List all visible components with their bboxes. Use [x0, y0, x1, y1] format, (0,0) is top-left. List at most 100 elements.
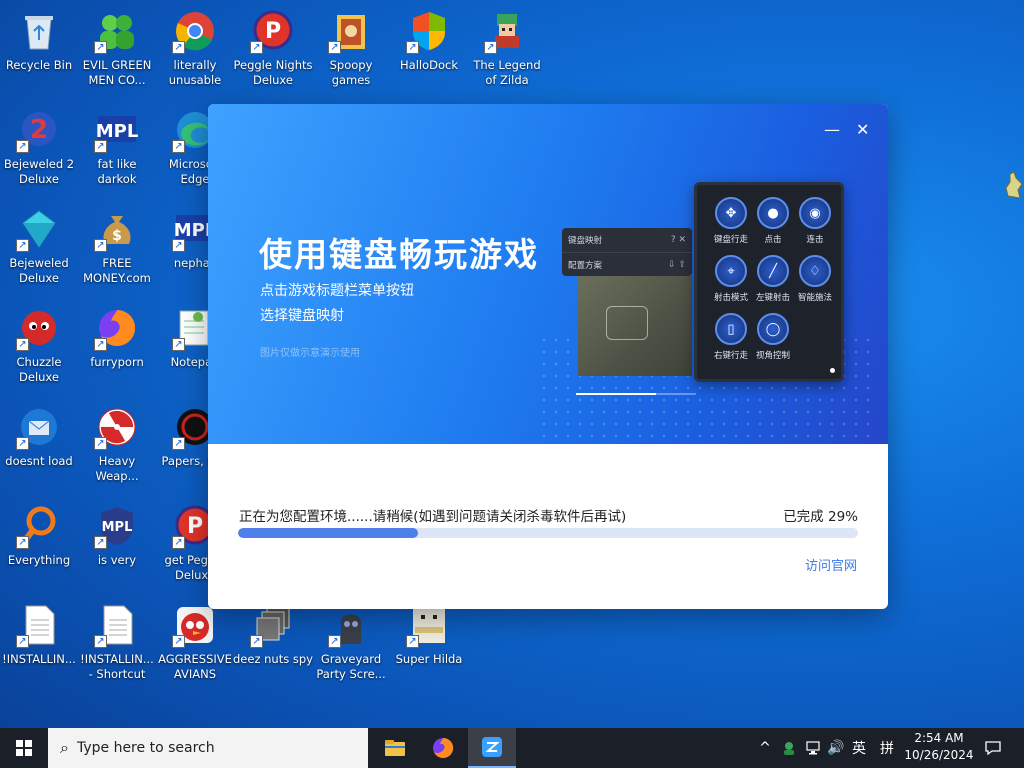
- file-explorer-icon[interactable]: [371, 728, 419, 768]
- taskbar-search[interactable]: ⌕ Type here to search: [48, 728, 368, 768]
- desktop-icon-label: Spoopy games: [329, 58, 373, 87]
- desktop-icon-label: Peggle Nights Deluxe: [233, 58, 313, 87]
- desktop-icon[interactable]: Recycle Bin: [0, 2, 78, 94]
- recycle-bin-icon: [16, 8, 62, 54]
- key-mapping-label: 射击模式: [713, 293, 748, 303]
- desktop-icon[interactable]: ↗ Everything: [0, 497, 78, 589]
- shortcut-arrow-icon: ↗: [94, 239, 107, 252]
- desktop-icon[interactable]: ↗ Chuzzle Deluxe: [0, 299, 78, 391]
- desktop-icon-label: literally unusable: [168, 58, 222, 87]
- shortcut-arrow-icon: ↗: [250, 635, 263, 648]
- tray-chevron-icon[interactable]: ^: [756, 728, 774, 768]
- desktop-icon[interactable]: $ ↗ FREE MONEY.com: [78, 200, 156, 292]
- desktop-icon[interactable]: ↗ literally unusable: [156, 2, 234, 94]
- shortcut-arrow-icon: ↗: [94, 338, 107, 351]
- key-mapping-item: ✥ 键盘行走: [709, 197, 753, 245]
- help-close-icons: ? ✕: [670, 235, 686, 245]
- search-icon: ⌕: [60, 738, 69, 757]
- svg-text:2: 2: [30, 115, 48, 145]
- shortcut-arrow-icon: ↗: [16, 338, 29, 351]
- desktop-icon[interactable]: ↗ deez nuts spy: [233, 596, 313, 688]
- desktop-icon-label: Everything: [7, 553, 71, 567]
- shortcut-arrow-icon: ↗: [94, 140, 107, 153]
- desktop-icon[interactable]: MPL ↗ fat like darkok: [78, 101, 156, 193]
- green-men-icon: ↗: [94, 8, 140, 54]
- desktop-icon[interactable]: 2 ↗ Bejeweled 2 Deluxe: [0, 101, 78, 193]
- shortcut-arrow-icon: ↗: [172, 338, 185, 351]
- desktop-icon-label: Recycle Bin: [5, 58, 73, 72]
- desktop-icon-label: EVIL GREEN MEN CO...: [82, 58, 152, 87]
- desktop-icon[interactable]: ↗ The Legend of Zilda: [468, 2, 546, 94]
- desktop-icon[interactable]: ↗ !INSTALLIN...: [0, 596, 78, 688]
- preview-slider: [576, 393, 696, 395]
- desktop-icon-label: deez nuts spy: [233, 652, 313, 666]
- shortcut-arrow-icon: ↗: [172, 536, 185, 549]
- firefox-taskbar-icon[interactable]: [419, 728, 467, 768]
- mpl-shield-icon: MPL ↗: [94, 503, 140, 549]
- desktop-icon-label: Super Hilda: [395, 652, 463, 666]
- shortcut-arrow-icon: ↗: [172, 239, 185, 252]
- minimize-button[interactable]: —: [824, 120, 840, 139]
- desktop-icon[interactable]: ↗ EVIL GREEN MEN CO...: [78, 2, 156, 94]
- desktop-icon[interactable]: P ↗ Peggle Nights Deluxe: [233, 2, 313, 94]
- key-mapping-panel: ✥ 键盘行走 ● 点击 ◉ 连击 ⌖ 射击模式 ╱ 左键射击 ♢ 智能施法 ▯ 右键行走 ◯ 视角控制: [694, 182, 844, 382]
- notification-center-icon[interactable]: [978, 728, 1008, 768]
- start-button[interactable]: [0, 728, 48, 768]
- key-mapping-icon: ♢: [799, 255, 831, 287]
- shortcut-arrow-icon: ↗: [94, 437, 107, 450]
- volume-icon[interactable]: 🔊: [826, 728, 846, 768]
- mapping-panel-preview: 键盘映射 ? ✕ 配置方案 ⇩ ⇧: [562, 228, 692, 276]
- desktop-icon[interactable]: ↗ AGGRESSIVE AVIANS: [156, 596, 234, 688]
- zilda-icon: ↗: [484, 8, 530, 54]
- desktop-icon[interactable]: ↗ furryporn: [78, 299, 156, 391]
- desktop-icon[interactable]: ↗ Heavy Weap...: [78, 398, 156, 490]
- key-mapping-label: 连击: [806, 235, 824, 245]
- firefox-icon: ↗: [94, 305, 140, 351]
- progress-fill: [238, 528, 418, 538]
- desktop-icon[interactable]: ↗ Spoopy games: [312, 2, 390, 94]
- running-app-icon[interactable]: [468, 728, 516, 768]
- desktop-icon-label: fat like darkok: [97, 157, 137, 186]
- ime-mode-indicator[interactable]: 拼: [876, 728, 898, 768]
- clock[interactable]: 2:54 AM 10/26/2024: [900, 730, 978, 764]
- tray-app-icon[interactable]: [778, 728, 800, 768]
- angry-bird-icon: ↗: [172, 602, 218, 648]
- desktop-doodle-icon: [1005, 171, 1023, 199]
- desktop-icon-label: furryporn: [90, 355, 144, 369]
- shortcut-arrow-icon: ↗: [250, 41, 263, 54]
- key-mapping-item: ▯ 右键行走: [709, 313, 753, 361]
- shortcut-arrow-icon: ↗: [172, 635, 185, 648]
- desktop-icon-label: HalloDock: [400, 58, 458, 72]
- money-bag-icon: $ ↗: [94, 206, 140, 252]
- visit-website-link[interactable]: 访问官网: [805, 555, 857, 574]
- desktop-icon-label: !INSTALLIN... - Shortcut: [80, 652, 154, 681]
- desktop-icon[interactable]: ↗ !INSTALLIN... - Shortcut: [78, 596, 156, 688]
- shortcut-arrow-icon: ↗: [406, 635, 419, 648]
- desktop-icon-label: AGGRESSIVE AVIANS: [158, 652, 232, 681]
- desktop-icon[interactable]: ↗ Bejeweled Deluxe: [0, 200, 78, 292]
- desktop-icon[interactable]: ↗ Super Hilda: [390, 596, 468, 688]
- desktop-icon[interactable]: MPL ↗ is very: [78, 497, 156, 589]
- peggle-icon: P ↗: [250, 8, 296, 54]
- shortcut-arrow-icon: ↗: [172, 140, 185, 153]
- clock-date: 10/26/2024: [904, 748, 974, 762]
- document-icon: ↗: [16, 602, 62, 648]
- shortcut-arrow-icon: ↗: [328, 41, 341, 54]
- network-icon[interactable]: [803, 728, 825, 768]
- svg-text:MPL: MPL: [102, 520, 133, 535]
- desktop-icon-label: Bejeweled Deluxe: [9, 256, 69, 285]
- desktop-icon[interactable]: ↗ HalloDock: [390, 2, 468, 94]
- close-button[interactable]: ✕: [856, 120, 869, 139]
- key-mapping-item: ◉ 连击: [793, 197, 837, 245]
- shortcut-arrow-icon: ↗: [406, 41, 419, 54]
- instruction-1: 点击游戏标题栏菜单按钮: [260, 283, 414, 299]
- demo-note: 图片仅做示意演示使用: [260, 348, 360, 359]
- key-mapping-icon: ◉: [799, 197, 831, 229]
- language-indicator[interactable]: 英: [849, 728, 869, 768]
- desktop-icon[interactable]: ↗ Graveyard Party Scre...: [312, 596, 390, 688]
- desktop-icon-label: doesnt load: [5, 454, 73, 468]
- shortcut-arrow-icon: ↗: [94, 635, 107, 648]
- app-window: — ✕ 使用键盘畅玩游戏 点击游戏标题栏菜单按钮 选择键盘映射 图片仅做示意演示…: [208, 104, 888, 609]
- scheme-label: 配置方案: [568, 260, 603, 271]
- desktop-icon[interactable]: ↗ doesnt load: [0, 398, 78, 490]
